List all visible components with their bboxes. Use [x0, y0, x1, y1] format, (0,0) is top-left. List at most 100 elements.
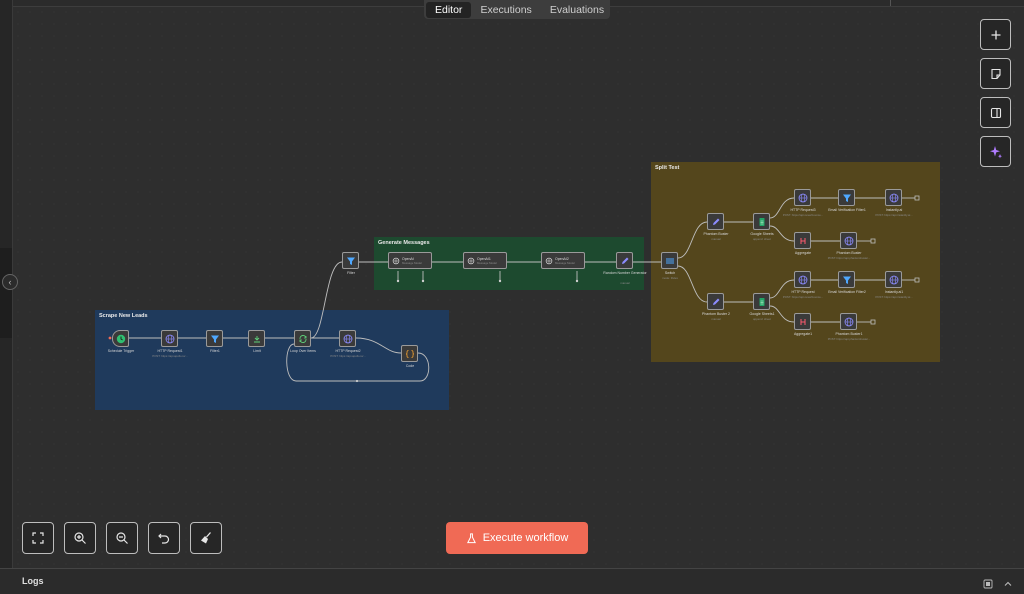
sheets-icon [759, 217, 764, 226]
execute-workflow-label: Execute workflow [482, 532, 569, 544]
execute-workflow-button[interactable]: Execute workflow [446, 522, 588, 554]
node-google-sheets[interactable] [753, 213, 770, 230]
filter-icon [842, 194, 851, 202]
node-subtitle: Message Model [402, 260, 422, 265]
tab-executions[interactable]: Executions [471, 2, 540, 18]
node-http-request2[interactable] [339, 330, 356, 347]
node-http-request[interactable] [794, 271, 811, 288]
add-sticky-note-button[interactable] [980, 58, 1011, 89]
node-instantly-ai1[interactable] [885, 271, 902, 288]
node-random-number-generator[interactable] [616, 252, 633, 269]
tab-editor[interactable]: Editor [426, 1, 472, 18]
aggregate-icon [800, 237, 805, 244]
node-label: Phantom Buster [703, 232, 729, 236]
node-label: Limit [253, 349, 261, 353]
group-title: Generate Messages [378, 240, 430, 246]
node-subtitle: POST: https://api.neverbounce... [782, 295, 824, 299]
ai-assistant-button[interactable] [980, 136, 1011, 167]
node-openai[interactable]: OpenAI Message Model [388, 252, 432, 269]
group-title: Scrape New Leads [99, 313, 148, 319]
add-node-button[interactable] [980, 19, 1011, 50]
node-filter[interactable] [342, 252, 359, 269]
node-label: Phantom Buster 2 [701, 312, 730, 316]
node-label: HTTP Request3 [790, 208, 816, 212]
broom-icon [201, 532, 211, 544]
node-subtitle: manual [620, 281, 630, 285]
filter-icon [346, 257, 355, 265]
node-label: Switch [664, 271, 676, 275]
node-label: HTTP Request1 [157, 349, 183, 353]
node-limit[interactable] [248, 330, 265, 347]
node-phantom-buster-http[interactable] [840, 232, 857, 249]
panel-icon [990, 107, 1001, 118]
node-code[interactable] [401, 345, 418, 362]
node-http-request3[interactable] [794, 189, 811, 206]
node-phantom-buster1[interactable] [840, 313, 857, 330]
node-label: Google Sheets1 [749, 312, 775, 316]
globe-icon [844, 236, 853, 245]
node-loop-over-items[interactable] [294, 330, 311, 347]
node-subtitle: Message Model [477, 260, 497, 265]
node-schedule-trigger[interactable] [112, 330, 129, 347]
logs-popout-button[interactable] [983, 576, 993, 594]
aggregate-icon [800, 318, 805, 325]
pencil-icon [712, 298, 719, 305]
sparkles-icon [989, 145, 1002, 158]
node-label: HTTP Request [791, 290, 815, 294]
node-openai1[interactable]: OpenAI1 Message Model [463, 252, 507, 269]
zoom-in-button[interactable] [64, 522, 96, 554]
flask-icon [466, 532, 476, 543]
node-phantom-buster-2[interactable] [707, 293, 724, 310]
zoom-out-icon [116, 532, 128, 544]
openai-icon [392, 257, 400, 264]
limit-icon [253, 335, 260, 342]
node-label: Instantly.ai1 [884, 290, 904, 294]
globe-icon [889, 193, 898, 202]
node-aggregate[interactable] [794, 232, 811, 249]
pencil-icon [712, 218, 719, 225]
tidy-up-button[interactable] [190, 522, 222, 554]
node-subtitle: POST: https://api.apollo.io/... [330, 354, 366, 358]
undo-icon [158, 533, 170, 544]
sticky-note-icon [990, 68, 1001, 79]
node-label: Google Sheets [750, 232, 774, 236]
reset-zoom-button[interactable] [148, 522, 180, 554]
node-label: Random Number Generator [603, 271, 647, 275]
logs-title: Logs [22, 576, 44, 586]
node-aggregate1[interactable] [794, 313, 811, 330]
toggle-panel-button[interactable] [980, 97, 1011, 128]
logs-expand-button[interactable] [1003, 576, 1013, 594]
node-filter1[interactable] [206, 330, 223, 347]
node-http-request1[interactable] [161, 330, 178, 347]
node-label: Filter [347, 271, 355, 275]
openai-icon [545, 257, 553, 264]
node-subtitle: POST: https://api.neverbounce... [782, 213, 824, 217]
fit-view-button[interactable] [22, 522, 54, 554]
globe-icon [343, 334, 352, 343]
logs-panel[interactable]: Logs [0, 568, 1024, 593]
node-email-verification-filter1[interactable] [838, 189, 855, 206]
node-google-sheets1[interactable] [753, 293, 770, 310]
node-subtitle: POST: https://api.instantly.ai... [875, 213, 913, 217]
group-title: Split Test [655, 165, 680, 171]
node-instantly-ai[interactable] [885, 189, 902, 206]
node-label: HTTP Request2 [335, 349, 361, 353]
node-label: Aggregate [794, 251, 812, 255]
node-subtitle: manual [711, 237, 721, 241]
clock-icon [116, 334, 125, 343]
zoom-out-button[interactable] [106, 522, 138, 554]
node-label: Instantly.ai [885, 208, 903, 212]
view-tabs: Editor Executions Evaluations [424, 0, 610, 19]
node-switch[interactable] [661, 252, 678, 269]
node-openai2[interactable]: OpenAI2 Message Model [541, 252, 585, 269]
node-email-verification-filter2[interactable] [838, 271, 855, 288]
expand-sidebar-button[interactable]: ‹ [2, 274, 18, 290]
node-subtitle: POST: https://api.phantombuster... [827, 337, 871, 341]
node-phantom-buster[interactable] [707, 213, 724, 230]
node-label: Loop Over Items [290, 349, 316, 353]
node-subtitle: manual [711, 317, 721, 321]
tab-evaluations[interactable]: Evaluations [541, 2, 613, 18]
filter-icon [210, 335, 219, 343]
node-subtitle: append: sheet [753, 317, 771, 321]
group-scrape-new-leads[interactable]: Scrape New Leads [95, 310, 449, 410]
